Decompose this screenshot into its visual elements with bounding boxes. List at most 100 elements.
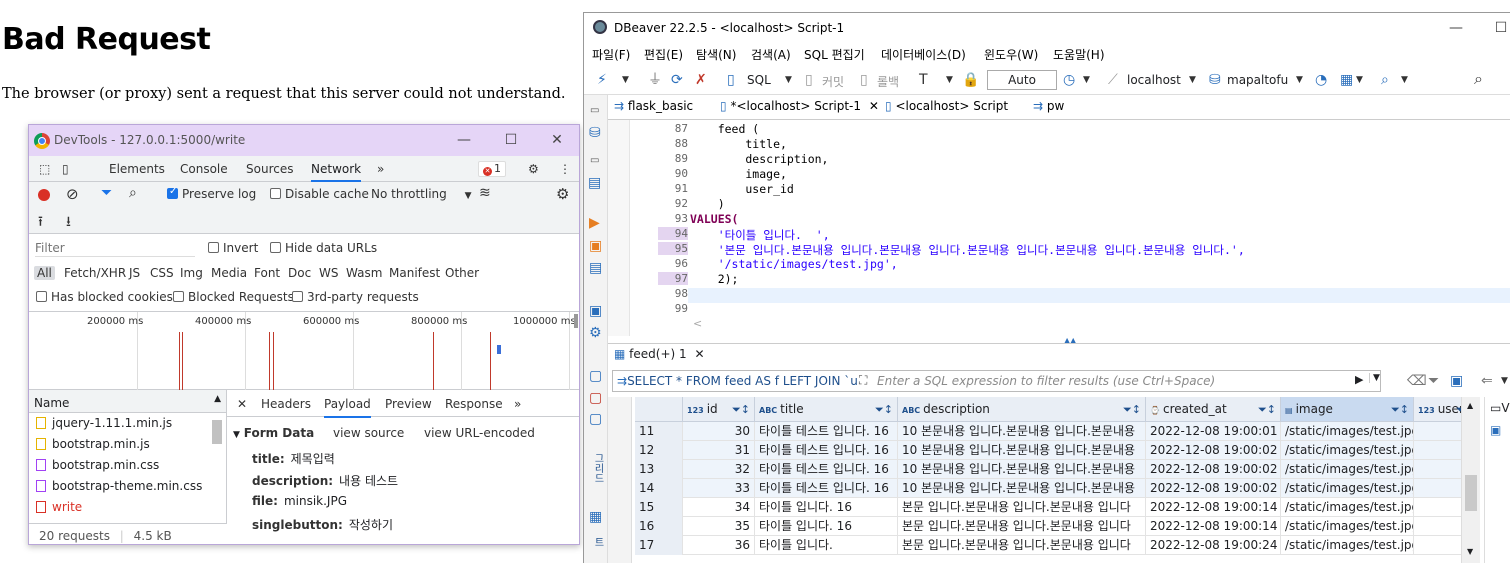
search-icon[interactable]: ⌕ xyxy=(129,185,137,201)
table-cell[interactable]: 2022-12-08 19:00:24 xyxy=(1146,536,1281,555)
active-database-select[interactable]: mapaltofu xyxy=(1227,73,1288,87)
table-cell[interactable]: /static/images/test.jpg xyxy=(1281,517,1414,536)
active-connection-select[interactable]: localhost xyxy=(1127,73,1181,87)
sql-editor[interactable]: 87 feed (88 title, 89 description, 90 imag… xyxy=(608,120,1510,336)
chevron-down-icon[interactable]: ▼ xyxy=(1296,72,1303,88)
column-header-created-at[interactable]: ⌚ created_at ⏷↕ xyxy=(1146,397,1281,422)
name-column-header[interactable]: Name ▲ xyxy=(29,390,226,413)
filter-type-wasm[interactable]: Wasm xyxy=(346,266,382,280)
record-button[interactable] xyxy=(38,189,50,204)
table-cell[interactable]: 33 xyxy=(683,479,755,498)
error-badge[interactable]: ✕ 1 xyxy=(478,161,506,177)
table-cell[interactable]: 2022-12-08 19:00:14 xyxy=(1146,498,1281,517)
close-detail-icon[interactable]: ✕ xyxy=(237,397,247,411)
table-cell[interactable]: 2022-12-08 19:00:14 xyxy=(1146,517,1281,536)
tab-pw[interactable]: ⇉ pw xyxy=(1033,99,1064,113)
chevron-down-icon[interactable]: ▼ xyxy=(1083,72,1090,88)
table-cell[interactable]: 2022-12-08 19:00:02 xyxy=(1146,479,1281,498)
table-cell[interactable]: /static/images/test.jpg xyxy=(1281,479,1414,498)
export-icon[interactable]: ▢ xyxy=(589,368,602,384)
database-icon[interactable]: ⛁ xyxy=(589,125,601,141)
menu-edit[interactable]: 편집(E) xyxy=(644,46,683,63)
panel-icon[interactable]: ▭ xyxy=(590,103,599,119)
tab-script-1[interactable]: ▯ *<localhost> Script-1 ✕ xyxy=(720,99,879,113)
more-options-icon[interactable]: ⋮ xyxy=(559,156,571,182)
book-icon[interactable]: ▣ xyxy=(1490,423,1501,437)
new-connection-icon[interactable]: ⚡ xyxy=(597,72,607,88)
network-overview-timeline[interactable]: 200000 ms 400000 ms 600000 ms 800000 ms … xyxy=(29,312,579,390)
request-row[interactable]: write xyxy=(29,497,226,518)
table-cell[interactable]: 1 xyxy=(1414,422,1461,441)
navigator-icon[interactable]: ▤ xyxy=(588,175,601,191)
import-har-icon[interactable]: ⭱ xyxy=(38,211,43,235)
menu-search[interactable]: 검색(A) xyxy=(751,46,791,63)
column-sort-filter-icon[interactable]: ⏷↕ xyxy=(875,397,893,421)
view-source-link[interactable]: view source xyxy=(333,426,404,440)
menu-database[interactable]: 데이터베이스(D) xyxy=(881,46,966,63)
grid-view-toggle[interactable]: 그리드 xyxy=(590,453,605,483)
table-cell[interactable]: 1 xyxy=(1414,441,1461,460)
filter-type-manifest[interactable]: Manifest xyxy=(389,266,440,280)
request-list-scrollbar[interactable] xyxy=(212,420,222,444)
hide-data-urls-checkbox[interactable]: Hide data URLs xyxy=(270,241,377,255)
file-icon[interactable]: ▢ xyxy=(589,411,602,427)
sql-editor-icon[interactable]: ▯ xyxy=(727,72,735,88)
more-tabs-icon[interactable]: » xyxy=(377,156,384,182)
table-cell[interactable]: 10 본문내용 입니다.본문내용 입니다.본문내용 xyxy=(898,441,1146,460)
table-row[interactable]: 14 33 타이틀 테스트 입니다. 16 10 본문내용 입니다.본문내용 입니다.… xyxy=(635,479,1461,498)
table-cell[interactable]: 1 xyxy=(1414,479,1461,498)
tab-response[interactable]: Response xyxy=(445,397,503,411)
results-grid[interactable]: 123 id ⏷↕ ABC title ⏷↕ ABC description ⏷↕ ⌚ create… xyxy=(635,397,1461,563)
table-cell[interactable]: 타이틀 입니다. 16 xyxy=(755,498,898,517)
table-cell[interactable]: /static/images/test.jpg xyxy=(1281,460,1414,479)
request-row[interactable]: bootstrap.min.css xyxy=(29,455,226,476)
table-cell[interactable]: 2022-12-08 19:00:02 xyxy=(1146,441,1281,460)
maximize-button[interactable]: ☐ xyxy=(499,129,523,151)
column-sort-filter-icon[interactable]: ⏷↕ xyxy=(1258,397,1276,421)
table-row[interactable]: 12 31 타이틀 테스트 입니다. 16 10 본문내용 입니다.본문내용 입니다.… xyxy=(635,441,1461,460)
device-toolbar-icon[interactable]: ▯ xyxy=(62,161,69,177)
script-icon[interactable]: ▢ xyxy=(589,390,602,406)
menu-window[interactable]: 윈도우(W) xyxy=(984,46,1038,63)
third-party-requests-checkbox[interactable]: 3rd-party requests xyxy=(292,290,419,304)
request-row[interactable]: bootstrap.min.js xyxy=(29,434,226,455)
apply-filter-icon[interactable]: ▶ xyxy=(1355,373,1363,386)
table-cell[interactable]: 2022-12-08 19:00:02 xyxy=(1146,460,1281,479)
network-conditions-icon[interactable]: ≋ xyxy=(479,185,491,201)
table-cell[interactable]: /static/images/test.jpg xyxy=(1281,441,1414,460)
execute-icon[interactable]: ▶ xyxy=(589,215,600,231)
network-settings-gear-icon[interactable]: ⚙ xyxy=(556,185,569,203)
minimize-button[interactable]: — xyxy=(1444,17,1468,39)
blocked-requests-checkbox[interactable]: Blocked Requests xyxy=(173,290,294,304)
form-data-toggle[interactable]: ▼ Form Data xyxy=(233,426,314,440)
filter-type-all[interactable]: All xyxy=(34,266,55,280)
expand-icon[interactable]: ⛶ xyxy=(859,373,867,388)
inspect-element-icon[interactable]: ⬚ xyxy=(39,161,50,177)
tab-script[interactable]: ▯ <localhost> Script xyxy=(885,99,1008,113)
column-header-description[interactable]: ABC description ⏷↕ xyxy=(898,397,1146,422)
filter-type-img[interactable]: Img xyxy=(180,266,203,280)
rollback-button[interactable]: 롤백 xyxy=(877,73,899,90)
table-cell[interactable]: 10 본문내용 입니다.본문내용 입니다.본문내용 xyxy=(898,422,1146,441)
table-row[interactable]: 16 35 타이틀 입니다. 16 본문 입니다.본문내용 입니다.본문내용 입니다 2… xyxy=(635,517,1461,536)
filter-input[interactable] xyxy=(35,239,195,257)
request-row[interactable]: bootstrap-theme.min.css xyxy=(29,476,226,497)
table-cell[interactable]: 2022-12-08 19:00:01 xyxy=(1146,422,1281,441)
export-har-icon[interactable]: ⭳ xyxy=(66,211,71,235)
menu-navigate[interactable]: 탐색(N) xyxy=(696,46,736,63)
table-cell[interactable]: 32 xyxy=(683,460,755,479)
lock-icon[interactable]: 🔒 xyxy=(962,72,979,88)
side-panel-toggle[interactable]: ▭V xyxy=(1490,401,1510,415)
find-icon[interactable]: ⌕ xyxy=(1381,72,1389,88)
tab-sources[interactable]: Sources xyxy=(246,156,293,182)
invert-checkbox[interactable]: Invert xyxy=(208,241,258,255)
tab-headers[interactable]: Headers xyxy=(261,397,311,411)
table-cell[interactable]: 2 xyxy=(1414,536,1461,555)
table-cell[interactable]: 타이틀 테스트 입니다. 16 xyxy=(755,460,898,479)
results-filter-input[interactable]: Enter a SQL expression to filter results… xyxy=(877,374,1215,388)
table-cell[interactable]: /static/images/test.jpg xyxy=(1281,498,1414,517)
terminal-icon[interactable]: ▣ xyxy=(589,303,602,319)
request-row[interactable]: jquery-1.11.1.min.js xyxy=(29,413,226,434)
filter-type-css[interactable]: CSS xyxy=(150,266,174,280)
search-icon[interactable]: ⌕ xyxy=(1474,71,1483,87)
